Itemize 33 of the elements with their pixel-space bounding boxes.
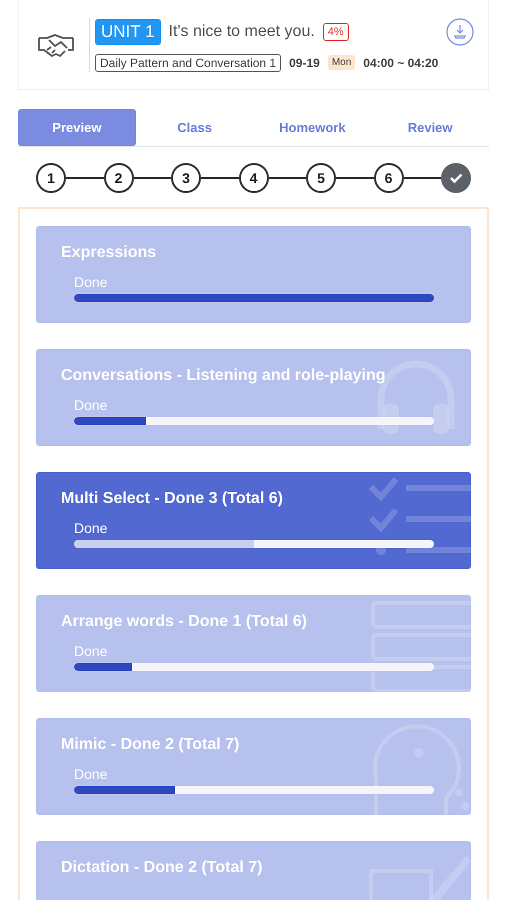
step-number[interactable]: 6 (374, 163, 404, 193)
activity-title: Arrange words - Done 1 (Total 6) (61, 613, 308, 631)
tab[interactable]: Homework (254, 109, 372, 146)
step-number[interactable]: 5 (306, 163, 336, 193)
unit-badge: UNIT 1 (95, 18, 161, 44)
step-number[interactable]: 2 (104, 163, 134, 193)
download-icon[interactable] (446, 18, 474, 46)
activity-title: Dictation - Done 2 (Total 7) (61, 859, 264, 877)
activity-title: Multi Select - Done 3 (Total 6) (61, 490, 284, 508)
handshake-icon (37, 32, 75, 58)
course-label: Daily Pattern and Conversation 1 (95, 54, 282, 72)
status-label: Done (74, 520, 108, 536)
status-label: Done (74, 643, 108, 659)
tab[interactable]: Review (371, 109, 489, 146)
weekday-badge: Mon (328, 55, 356, 70)
activity-card[interactable]: Multi Select - Done 3 (Total 6) Done (36, 472, 471, 569)
status-label: Done (74, 397, 108, 413)
check-icon (449, 172, 463, 184)
step-number[interactable]: 4 (238, 163, 268, 193)
lesson-time: 04:00 ~ 04:20 (363, 56, 438, 70)
activity-title: Conversations - Listening and role-playing (61, 367, 386, 385)
lesson-date: 09-19 (289, 56, 320, 70)
activity-title: Mimic - Done 2 (Total 7) (61, 736, 240, 754)
tab[interactable]: Preview (18, 109, 136, 146)
progress-badge: 4% (322, 22, 349, 40)
status-label: Done (74, 766, 108, 782)
step-number[interactable]: 3 (171, 163, 201, 193)
step-number[interactable]: 1 (36, 163, 66, 193)
status-label: Done (74, 274, 108, 290)
lesson-title: It's nice to meet you. (168, 22, 315, 40)
step-check[interactable] (441, 163, 471, 193)
tab[interactable]: Class (136, 109, 254, 146)
activity-title: Expressions (61, 244, 158, 262)
